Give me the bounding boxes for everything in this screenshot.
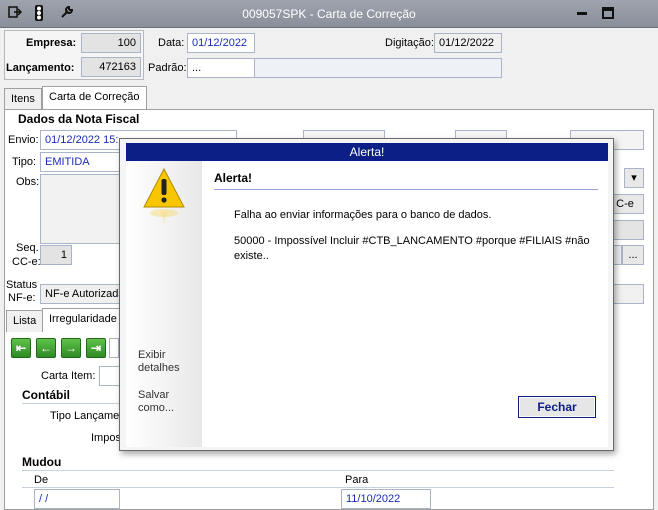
de-header: De [34,474,49,486]
previous-record-button[interactable]: ← [36,338,56,358]
section-dados-nf: Dados da Nota Fiscal [18,112,140,126]
contabil-title: Contábil [22,388,70,402]
tab-carta-correcao[interactable]: Carta de Correção [42,86,147,110]
dialog-message-2: 50000 - Impossível Incluir #CTB_LANCAMEN… [234,235,590,262]
window-title: 009057SPK - Carta de Correção [242,7,416,21]
alert-dialog: Alerta! Exibir detalhes Salvar como... A… [119,138,614,451]
salvar-como-link[interactable]: Salvar como... [138,389,202,415]
tipo-label: Tipo: [12,156,37,168]
mudou-title: Mudou [22,455,62,469]
contabil-divider [22,403,120,404]
carta-item-label: Carta Item: [41,370,96,382]
status-nfe-field: NF-e Autorizada [40,284,130,304]
first-record-button[interactable]: ⇤ [11,338,31,358]
subtab-irregularidade-label: Irregularidade [49,313,117,325]
de-field[interactable]: / / [34,489,120,509]
minimize-button[interactable] [574,6,590,20]
tab-itens-label: Itens [11,93,35,105]
dialog-sidebar: Exibir detalhes Salvar como... [126,161,202,447]
seq-label-2: CC-e: [12,256,41,268]
padrao-description-field [254,58,502,78]
padrao-field[interactable]: ... [187,58,255,78]
subtab-lista-label: Lista [13,315,37,327]
dialog-title: Alerta! [126,143,608,161]
digitacao-field: 01/12/2022 [434,33,502,53]
exibir-detalhes-link[interactable]: Exibir detalhes [138,349,202,375]
title-bar: 009057SPK - Carta de Correção [0,0,658,28]
lancamento-field[interactable]: 472163 [81,57,141,77]
next-record-button[interactable]: → [61,338,81,358]
empresa-label: Empresa: [26,37,77,49]
dialog-heading-divider [214,189,598,190]
seq-label-1: Seq. [16,242,39,254]
status-label-1: Status [6,279,38,291]
para-header: Para [345,474,369,486]
dialog-message-1: Falha ao enviar informações para o banco… [234,209,492,221]
empresa-field[interactable]: 100 [81,33,141,53]
tab-itens[interactable]: Itens [4,88,42,110]
record-field [109,338,119,358]
subtab-lista[interactable]: Lista [6,310,44,332]
warning-icon [143,167,185,225]
data-label: Data: [158,37,185,49]
last-record-button[interactable]: ⇥ [86,338,106,358]
more-button[interactable]: ... [622,245,644,265]
mudou-divider [22,470,614,471]
carta-item-field[interactable] [99,366,121,386]
envio-label: Envio: [8,134,39,146]
mudou-header-divider [22,487,614,488]
fechar-button[interactable]: Fechar [518,396,596,418]
tipo-lancamento-label: Tipo Lançamen [50,410,126,422]
impostos-label: Impos [91,432,121,444]
maximize-button[interactable] [600,6,616,20]
dialog-heading: Alerta! [214,171,253,185]
tab-carta-correcao-label: Carta de Correção [49,91,140,103]
obs-label: Obs: [16,176,40,188]
subtab-irregularidade[interactable]: Irregularidade [42,308,124,332]
digitacao-label: Digitação: [385,37,434,49]
status-label-2: NF-e: [8,292,36,304]
seq-cce-field: 1 [40,245,72,265]
data-field[interactable]: 01/12/2022 [187,33,255,53]
padrao-label: Padrão: [148,62,187,74]
dropdown-arrow[interactable]: ▾ [624,168,644,188]
lancamento-label: Lançamento: [6,62,75,74]
para-field[interactable]: 11/10/2022 [341,489,431,509]
